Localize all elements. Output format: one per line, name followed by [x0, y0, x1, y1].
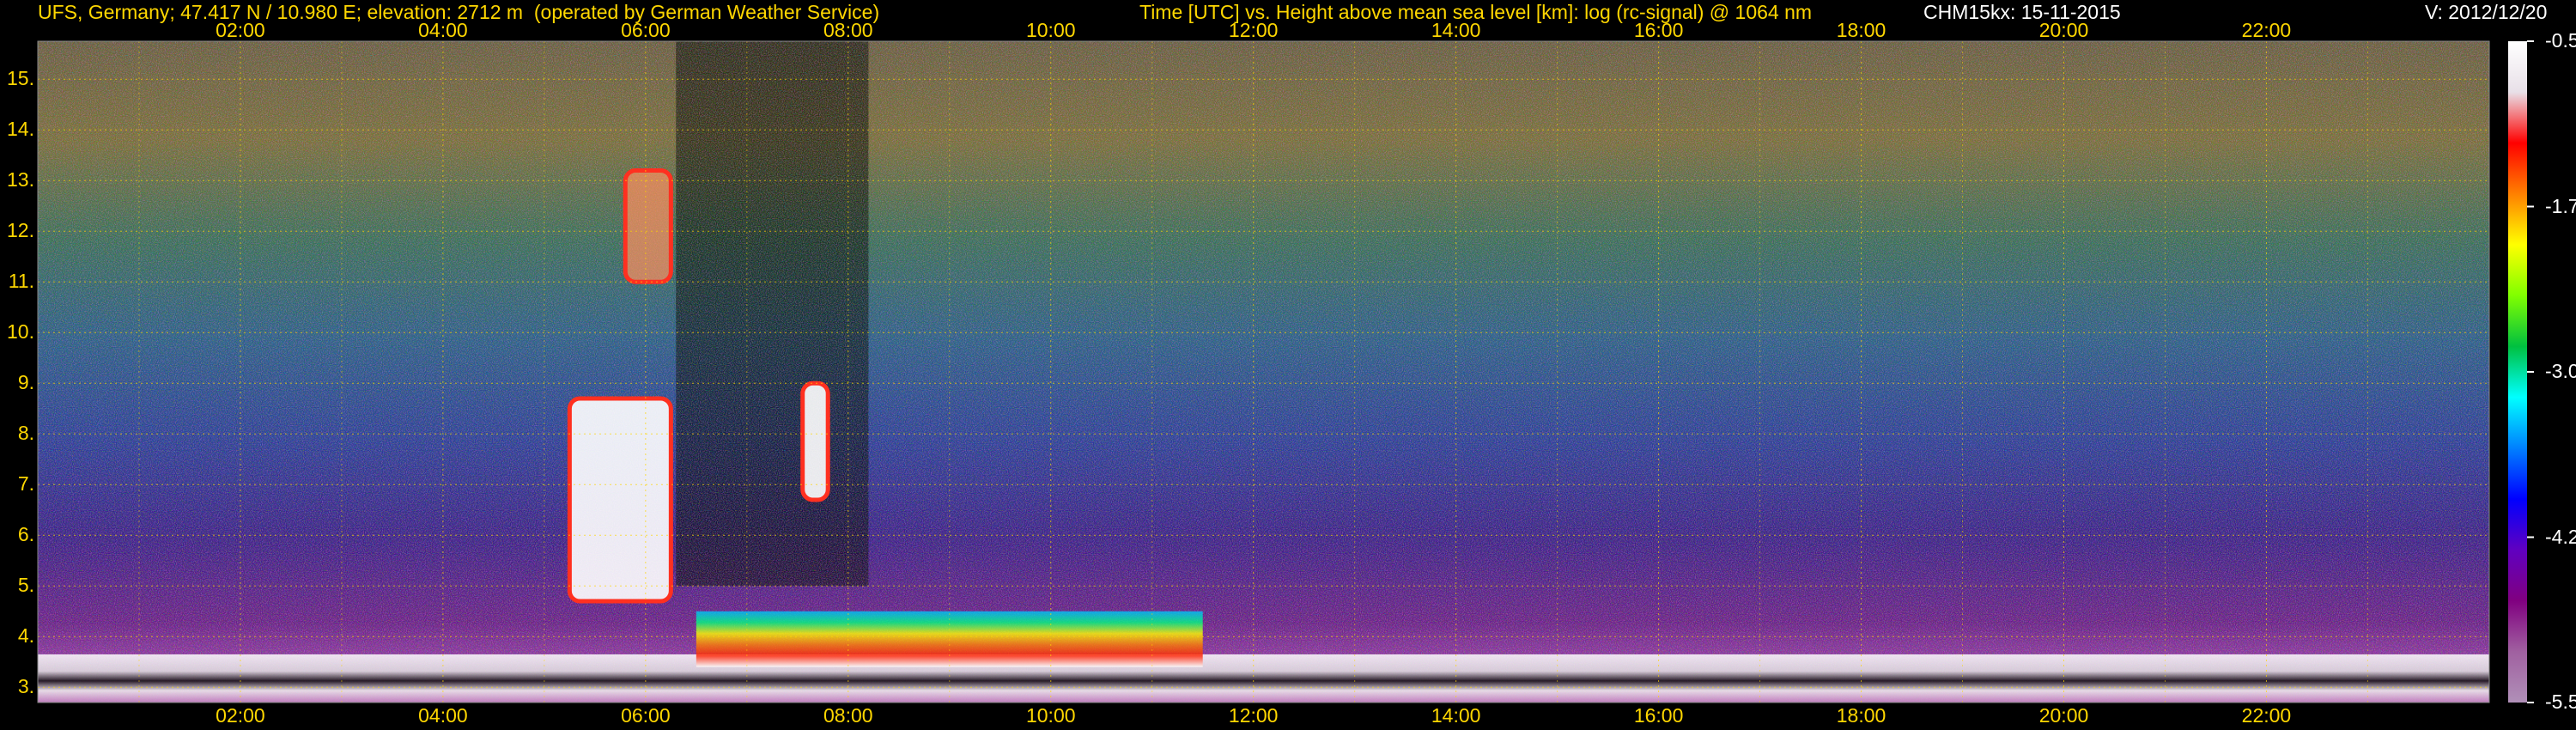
- x-tick-top-3: 08:00: [823, 19, 873, 41]
- x-tick-top-1: 04:00: [418, 19, 468, 41]
- y-tick-1: 4.: [17, 624, 34, 648]
- feature-cloud-3: [802, 383, 829, 500]
- x-tick-bottom-2: 06:00: [621, 704, 671, 727]
- colorbar-label-3: -4.25: [2545, 525, 2576, 548]
- x-tick-bottom-7: 16:00: [1633, 704, 1684, 727]
- x-tick-top-7: 16:00: [1633, 19, 1684, 41]
- y-tick-9: 12.: [7, 219, 34, 242]
- x-tick-top-6: 14:00: [1431, 19, 1481, 41]
- y-tick-2: 5.: [17, 574, 34, 597]
- y-tick-10: 13.: [7, 168, 34, 192]
- y-tick-7: 10.: [7, 320, 34, 344]
- feature-cloud-1: [569, 398, 671, 601]
- x-tick-bottom-9: 20:00: [2038, 704, 2089, 727]
- x-tick-top-8: 18:00: [1836, 19, 1886, 41]
- x-tick-top-10: 22:00: [2241, 19, 2292, 41]
- x-tick-bottom-8: 18:00: [1836, 704, 1886, 727]
- y-tick-3: 6.: [17, 523, 34, 546]
- x-tick-bottom-4: 10:00: [1025, 704, 1076, 727]
- y-tick-0: 3.: [17, 675, 34, 698]
- y-tick-5: 8.: [17, 422, 34, 445]
- x-tick-top-5: 12:00: [1228, 19, 1279, 41]
- colorbar-label-0: -0.50: [2545, 29, 2576, 52]
- x-tick-bottom-1: 04:00: [418, 704, 468, 727]
- colorbar: [2508, 41, 2527, 703]
- y-tick-8: 11.: [8, 270, 34, 293]
- x-tick-bottom-10: 22:00: [2241, 704, 2292, 727]
- y-tick-11: 14.: [7, 118, 34, 141]
- colorbar-label-2: -3.00: [2545, 360, 2576, 382]
- feature-cirrus-2: [625, 170, 671, 283]
- x-tick-bottom-6: 14:00: [1431, 704, 1481, 727]
- x-tick-top-9: 20:00: [2038, 19, 2089, 41]
- colorbar-label-4: -5.50: [2545, 690, 2576, 713]
- feature-boundary_layer-0: [38, 654, 2489, 703]
- x-tick-top-4: 10:00: [1025, 19, 1076, 41]
- y-tick-12: 15.: [7, 67, 34, 90]
- ceilometer-plot: [37, 40, 2534, 703]
- colorbar-label-1: -1.75: [2545, 194, 2576, 217]
- x-tick-bottom-0: 02:00: [216, 704, 265, 727]
- y-tick-4: 7.: [17, 472, 34, 496]
- x-tick-bottom-5: 12:00: [1228, 704, 1279, 727]
- y-tick-6: 9.: [17, 371, 34, 394]
- x-tick-bottom-3: 08:00: [823, 704, 873, 727]
- x-tick-top-0: 02:00: [216, 19, 265, 41]
- x-tick-top-2: 06:00: [621, 19, 671, 41]
